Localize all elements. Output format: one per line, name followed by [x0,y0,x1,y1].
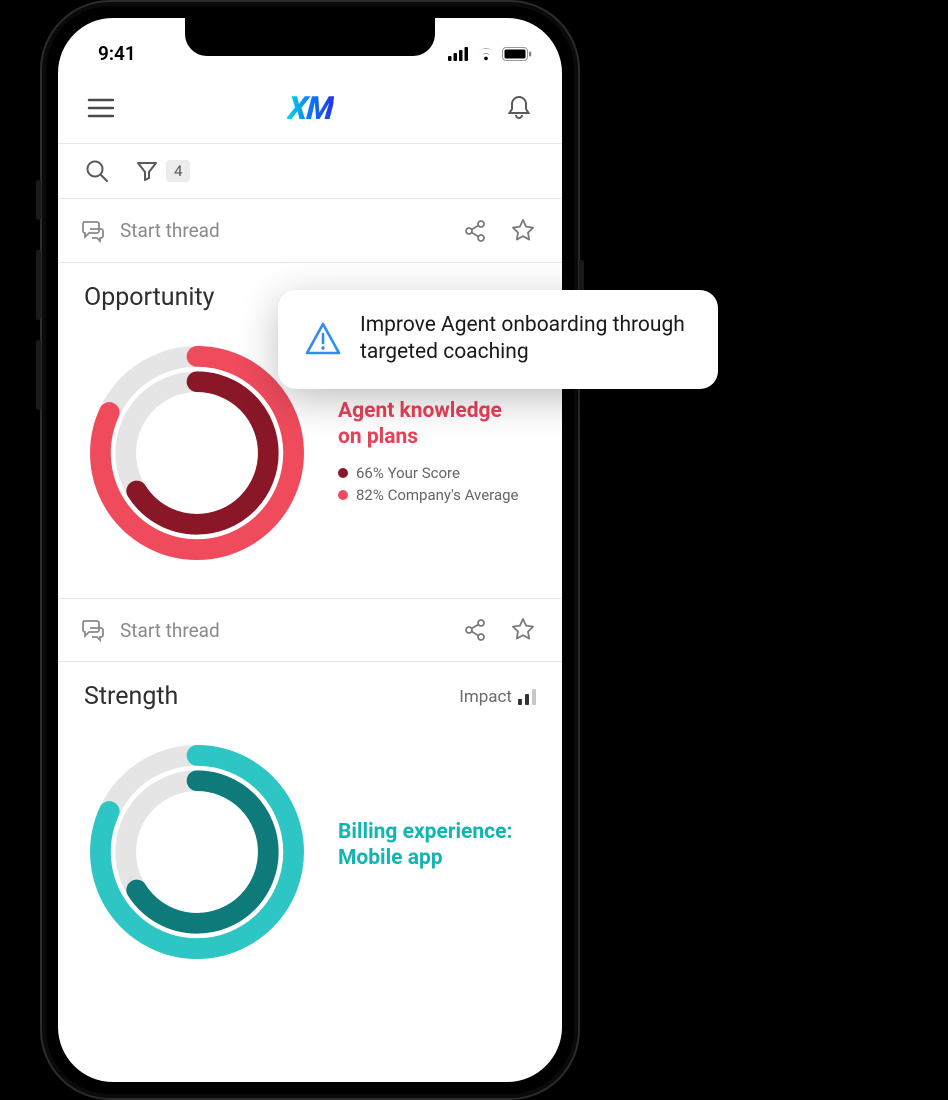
metric-info: Agent knowledge on plans 66% Your Score … [338,398,518,509]
legend-company-avg: 82% Company's Average [338,486,518,504]
share-icon [463,618,487,642]
app-header: XM [58,73,562,143]
filter-button[interactable]: 4 [136,160,190,182]
cellular-icon [448,47,470,61]
thread-icon [80,618,106,642]
metric-title: Agent knowledge on plans [338,398,518,451]
start-thread-row: Start thread [58,199,562,263]
phone-side-button [36,180,41,220]
phone-screen: 9:41 XM [58,18,562,1082]
hamburger-icon [87,98,115,118]
app-logo: XM [286,89,334,127]
toolbar: 4 [58,143,562,199]
share-button[interactable] [458,214,492,248]
thread-icon [80,219,106,243]
impact-indicator: Impact [459,687,536,707]
phone-frame: 9:41 XM [40,0,580,1100]
metric-info: Billing experience: Mobile app [338,819,512,886]
wifi-icon [476,47,496,61]
legend-your-score: 66% Your Score [338,464,518,482]
favorite-button[interactable] [506,613,540,647]
star-icon [510,218,536,244]
favorite-button[interactable] [506,214,540,248]
search-button[interactable] [80,154,114,188]
section-title-opportunity: Opportunity [84,283,214,312]
filter-icon [136,160,158,182]
share-button[interactable] [458,613,492,647]
star-icon [510,617,536,643]
section-title-strength: Strength [84,682,178,711]
strength-section: Strength Impact Billing [58,662,562,997]
impact-bars-icon [518,689,536,705]
phone-side-button [36,250,41,320]
alert-icon [304,321,342,357]
metric-title: Billing experience: Mobile app [338,819,512,872]
battery-icon [502,47,532,61]
phone-notch [185,18,435,56]
search-icon [85,159,109,183]
status-time: 9:41 [98,42,136,65]
start-thread-label[interactable]: Start thread [120,219,220,242]
share-icon [463,219,487,243]
callout-text: Improve Agent onboarding through targete… [360,312,692,367]
start-thread-row: Start thread [58,598,562,662]
insight-callout[interactable]: Improve Agent onboarding through targete… [278,290,718,389]
notifications-button[interactable] [502,91,536,125]
start-thread-label[interactable]: Start thread [120,619,220,642]
phone-side-button [36,340,41,410]
filter-count-badge: 4 [166,160,190,182]
strength-donut-chart [82,737,312,967]
menu-button[interactable] [84,91,118,125]
bell-icon [506,94,532,122]
